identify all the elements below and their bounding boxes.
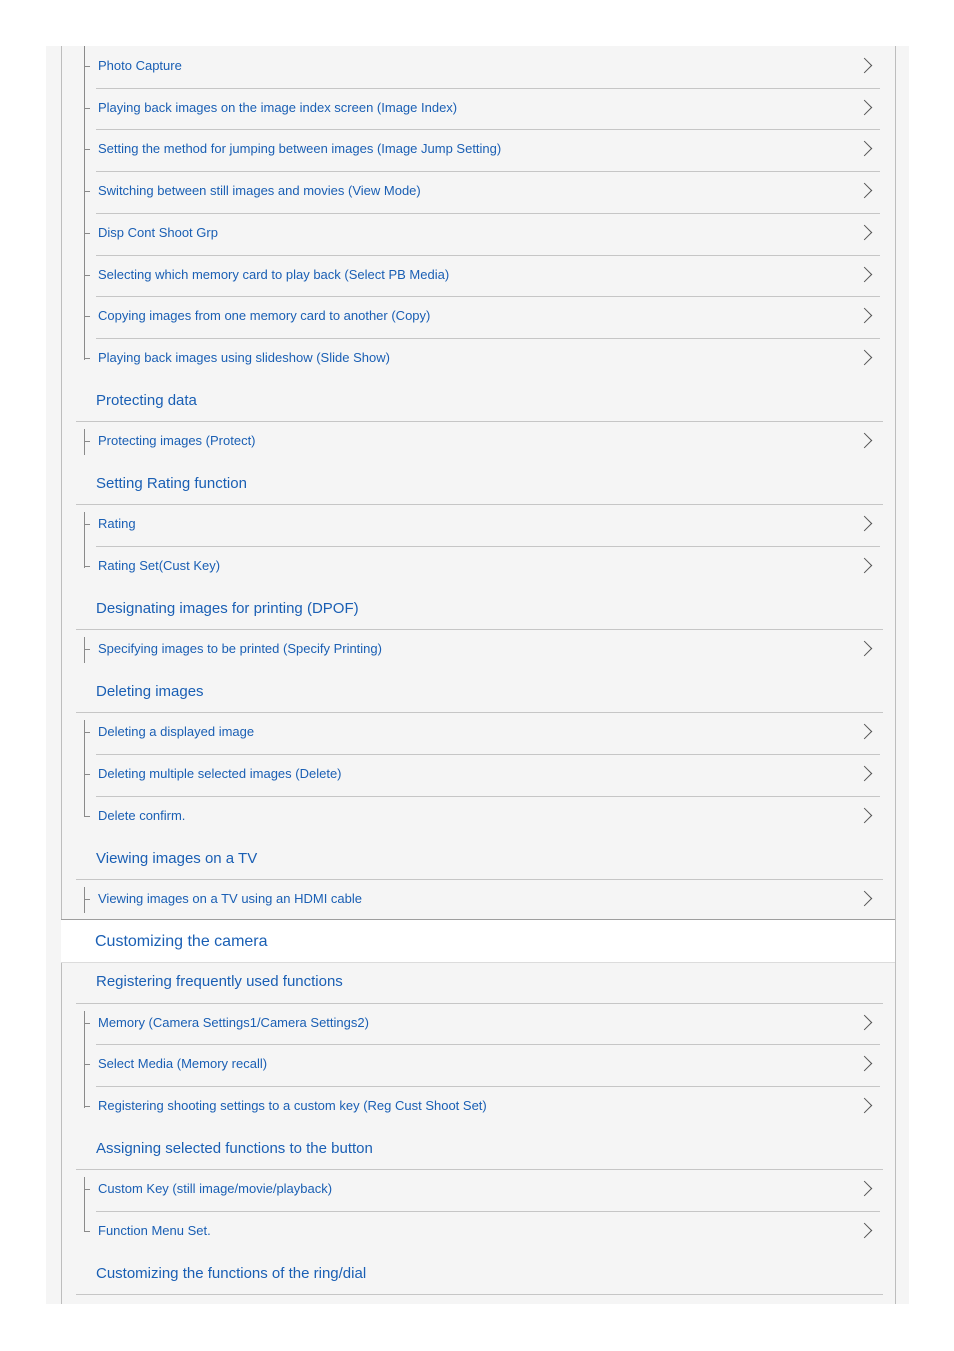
group-divider — [76, 1294, 883, 1295]
tree-line — [84, 46, 85, 360]
chevron-right-icon — [856, 224, 873, 241]
topic-link-selecting-which-memory-card-to-play-back-select-pb-media[interactable]: Selecting which memory card to play back… — [96, 255, 880, 297]
chevron-right-icon — [856, 1222, 873, 1239]
topic-link-label: Setting the method for jumping between i… — [98, 141, 502, 157]
chevron-right-icon — [856, 1055, 873, 1072]
tree-line — [84, 887, 85, 913]
topic-link-memory-camera-settings1-camera-settings2[interactable]: Memory (Camera Settings1/Camera Settings… — [96, 1003, 880, 1045]
topic-link-disp-cont-shoot-grp[interactable]: Disp Cont Shoot Grp — [96, 213, 880, 255]
topic-link-photo-capture[interactable]: Photo Capture — [96, 46, 880, 88]
group-title-designating-images-for-printing-dpof: Designating images for printing (DPOF) — [96, 599, 359, 617]
chevron-right-icon — [856, 557, 873, 574]
topic-link-setting-the-method-for-jumping-between-images-image-jump-setting[interactable]: Setting the method for jumping between i… — [96, 129, 880, 171]
topic-link-rating-set-cust-key[interactable]: Rating Set(Cust Key) — [96, 546, 880, 588]
chevron-right-icon — [856, 765, 873, 782]
topic-link-label: Switching between still images and movie… — [98, 183, 421, 199]
topic-link-deleting-multiple-selected-images-delete[interactable]: Deleting multiple selected images (Delet… — [96, 754, 880, 796]
topic-link-playing-back-images-using-slideshow-slide-show[interactable]: Playing back images using slideshow (Sli… — [96, 338, 880, 380]
topic-link-label: Registering shooting settings to a custo… — [98, 1097, 487, 1113]
help-guide-toc: Customizing the camera Photo Capture Play… — [46, 46, 909, 1304]
group-title-assigning-selected-functions-to-the-button: Assigning selected functions to the butt… — [96, 1139, 373, 1157]
topic-link-label: Delete confirm. — [98, 807, 186, 823]
chevron-right-icon — [856, 724, 873, 740]
topic-link-select-media-memory-recall[interactable]: Select Media (Memory recall) — [96, 1044, 880, 1086]
topic-link-label: Memory (Camera Settings1/Camera Settings… — [98, 1014, 369, 1030]
chevron-right-icon — [856, 1097, 873, 1114]
topic-link-label: Playing back images using slideshow (Sli… — [98, 349, 390, 365]
topic-link-label: Deleting a displayed image — [98, 724, 255, 740]
topic-link-label: Disp Cont Shoot Grp — [98, 224, 218, 240]
chevron-right-icon — [856, 890, 873, 907]
topic-link-label: Select Media (Memory recall) — [98, 1056, 268, 1072]
topic-link-viewing-images-on-a-tv-using-an-hdmi-cable[interactable]: Viewing images on a TV using an HDMI cab… — [96, 879, 880, 921]
section-header-customizing-the-camera[interactable]: Customizing the camera — [61, 919, 895, 963]
topic-link-copying-images-from-one-memory-card-to-another-copy[interactable]: Copying images from one memory card to a… — [96, 296, 880, 338]
tree-line — [84, 1010, 85, 1108]
chevron-right-icon — [856, 99, 873, 115]
tree-line — [84, 512, 85, 568]
chevron-right-icon — [856, 349, 873, 366]
topic-link-protecting-images-protect[interactable]: Protecting images (Protect) — [96, 421, 880, 463]
topic-link-deleting-a-displayed-image[interactable]: Deleting a displayed image — [96, 712, 880, 754]
group-title-viewing-images-on-a-tv: Viewing images on a TV — [96, 849, 258, 867]
chevron-right-icon — [856, 307, 873, 324]
topic-link-label: Rating — [98, 516, 136, 532]
group-title-registering-frequently-used-functions: Registering frequently used functions — [96, 973, 343, 990]
topic-link-rating[interactable]: Rating — [96, 504, 880, 546]
tree-line — [84, 429, 85, 456]
topic-link-specifying-images-to-be-printed-specify-printing[interactable]: Specifying images to be printed (Specify… — [96, 629, 880, 671]
topic-link-label: Viewing images on a TV using an HDMI cab… — [98, 891, 362, 906]
chevron-right-icon — [856, 1014, 873, 1030]
group-title-customizing-the-functions-of-the-ring-dial: Customizing the functions of the ring/di… — [96, 1264, 367, 1282]
topic-link-label: Protecting images (Protect) — [98, 433, 256, 449]
section-title: Customizing the camera — [95, 933, 268, 950]
group-title-deleting-images: Deleting images — [96, 682, 204, 700]
tree-line — [84, 637, 85, 664]
topic-link-label: Selecting which memory card to play back… — [98, 266, 450, 282]
topic-link-playing-back-images-on-the-image-index-screen-image-index[interactable]: Playing back images on the image index s… — [96, 88, 880, 130]
topic-link-label: Copying images from one memory card to a… — [98, 308, 431, 324]
topic-link-label: Deleting multiple selected images (Delet… — [98, 766, 342, 782]
topic-link-registering-shooting-settings-to-a-custom-key-reg-cust-shoot-set[interactable]: Registering shooting settings to a custo… — [96, 1086, 880, 1128]
topic-link-custom-key-still-image-movie-playback[interactable]: Custom Key (still image/movie/playback) — [96, 1169, 880, 1211]
topic-link-label: Specifying images to be printed (Specify… — [98, 641, 382, 657]
chevron-right-icon — [856, 1180, 873, 1197]
tree-line — [84, 1177, 85, 1233]
chevron-right-icon — [856, 266, 873, 282]
topic-link-label: Function Menu Set. — [98, 1222, 211, 1238]
topic-link-switching-between-still-images-and-movies-view-mode[interactable]: Switching between still images and movie… — [96, 171, 880, 213]
group-title-protecting-data: Protecting data — [96, 391, 197, 409]
chevron-right-icon — [856, 182, 873, 199]
chevron-right-icon — [856, 57, 873, 74]
topic-link-label: Custom Key (still image/movie/playback) — [98, 1181, 333, 1197]
topic-link-label: Playing back images on the image index s… — [98, 99, 458, 115]
tree-line — [84, 720, 85, 818]
group-title-setting-rating-function: Setting Rating function — [96, 474, 247, 492]
chevron-right-icon — [856, 807, 873, 824]
chevron-right-icon — [856, 516, 873, 532]
chevron-right-icon — [856, 432, 873, 449]
topic-link-label: Rating Set(Cust Key) — [98, 558, 221, 573]
topic-link-delete-confirm[interactable]: Delete confirm. — [96, 796, 880, 838]
topic-link-function-menu-set[interactable]: Function Menu Set. — [96, 1211, 880, 1253]
chevron-right-icon — [856, 141, 873, 157]
chevron-right-icon — [856, 640, 873, 657]
topic-link-label: Photo Capture — [98, 58, 182, 73]
